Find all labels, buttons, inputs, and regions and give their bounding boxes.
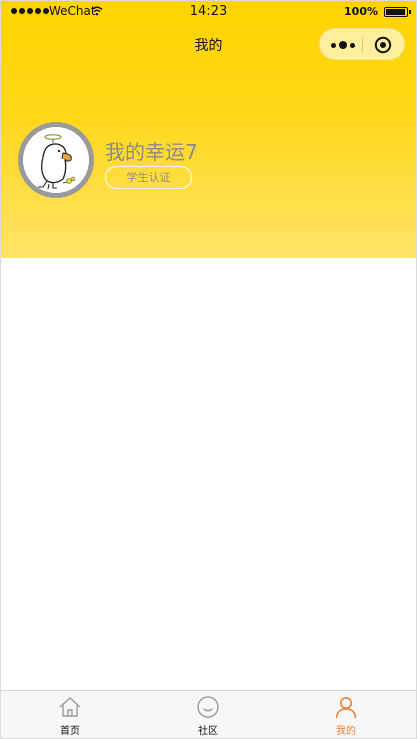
avatar[interactable] [18,122,94,198]
tab-mine-label: 我的 [336,726,356,737]
tab-community[interactable]: 社区 [139,691,277,738]
avatar-image [23,127,89,193]
battery-icon [384,7,411,17]
user-icon [335,697,357,719]
tab-home[interactable]: 首页 [1,691,139,738]
tab-community-label: 社区 [198,726,218,737]
profile-header: WeChat 14:23 100% 我的 我的幸运7 学生认证 [1,1,416,258]
tab-home-label: 首页 [60,726,80,737]
duck-illustration-icon [38,134,76,190]
capsule-divider [362,37,363,53]
tab-mine[interactable]: 我的 [277,691,415,738]
home-icon [59,697,81,717]
tab-bar: 首页 社区 我的 [1,690,416,738]
close-miniprogram-icon[interactable] [374,36,392,54]
phone-frame: WeChat 14:23 100% 我的 我的幸运7 学生认证 首页 社区 我的 [0,0,417,739]
username: 我的幸运7 [105,140,198,164]
more-options-icon[interactable] [331,39,357,51]
smile-icon [197,696,219,718]
battery-percent: 100% [344,5,378,18]
miniprogram-capsule [319,28,405,60]
student-verify-button[interactable]: 学生认证 [105,166,192,189]
status-bar: WeChat 14:23 100% [1,1,416,23]
